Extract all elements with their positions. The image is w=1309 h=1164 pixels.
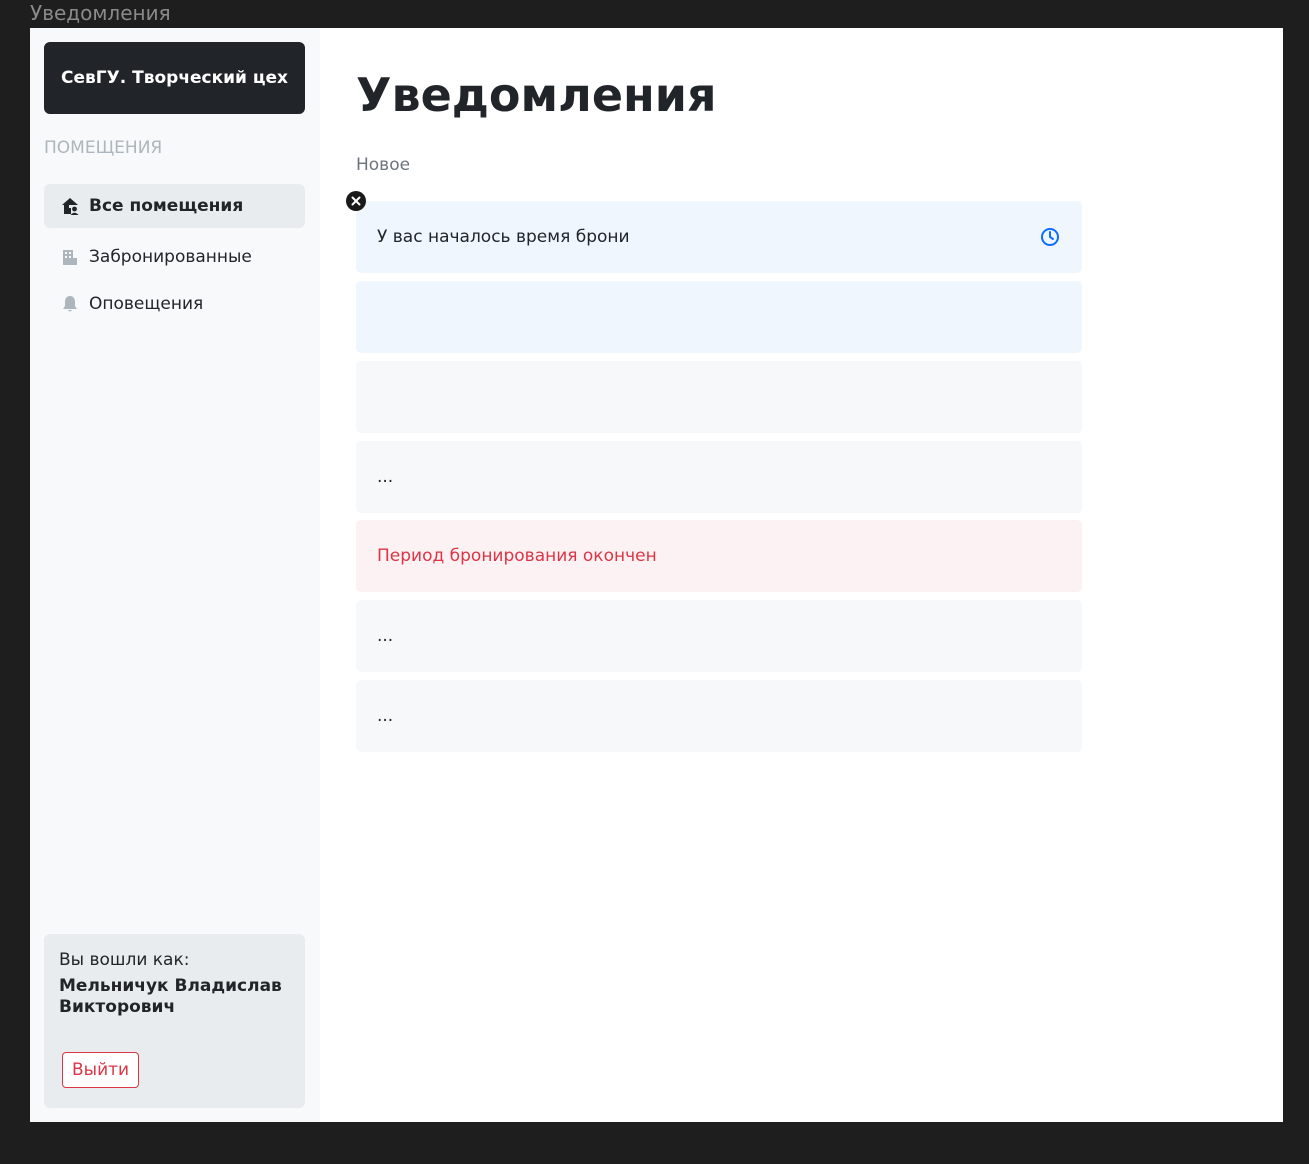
sidebar-section-label: ПОМЕЩЕНИЯ (44, 138, 163, 158)
main-content: Уведомления Новое У вас началось время б… (320, 28, 1283, 1122)
sidebar-item-all-rooms[interactable]: Все помещения (44, 184, 305, 228)
brand-logo[interactable]: СевГУ. Творческий цех (44, 42, 305, 114)
house-user-icon (60, 196, 80, 216)
notification-item[interactable] (356, 281, 1082, 353)
notification-text: Период бронирования окончен (377, 546, 657, 566)
notification-item-danger[interactable]: Период бронирования окончен (356, 520, 1082, 592)
user-name: Мельничук Владислав Викторович (59, 976, 282, 1017)
sidebar: СевГУ. Творческий цех ПОМЕЩЕНИЯ Все поме… (30, 28, 320, 1122)
sidebar-item-label: Забронированные (89, 247, 252, 267)
notification-text: ... (377, 626, 394, 646)
building-icon (60, 247, 80, 267)
section-subheading: Новое (356, 155, 411, 175)
sidebar-item-label: Оповещения (89, 294, 204, 314)
notification-item[interactable] (356, 361, 1082, 433)
notification-text: У вас началось время брони (377, 227, 630, 247)
close-icon[interactable] (346, 191, 366, 211)
frame-title: Уведомления (30, 1, 171, 25)
notification-text: ... (377, 706, 394, 726)
app-window: СевГУ. Творческий цех ПОМЕЩЕНИЯ Все поме… (30, 28, 1283, 1122)
sidebar-item-notifications[interactable]: Оповещения (44, 282, 305, 326)
login-label: Вы вошли как: (59, 950, 190, 970)
sidebar-item-booked[interactable]: Забронированные (44, 235, 305, 279)
bell-icon (60, 294, 80, 314)
notification-item[interactable]: ... (356, 600, 1082, 672)
sidebar-item-label: Все помещения (89, 196, 244, 216)
notification-text: ... (377, 467, 394, 487)
notification-item[interactable]: У вас началось время брони (356, 201, 1082, 273)
notification-item[interactable]: ... (356, 441, 1082, 513)
page-title: Уведомления (356, 68, 717, 122)
user-card: Вы вошли как: Мельничук Владислав Виктор… (44, 934, 305, 1108)
logout-button[interactable]: Выйти (62, 1052, 140, 1088)
notification-item[interactable]: ... (356, 680, 1082, 752)
clock-icon (1040, 227, 1060, 247)
